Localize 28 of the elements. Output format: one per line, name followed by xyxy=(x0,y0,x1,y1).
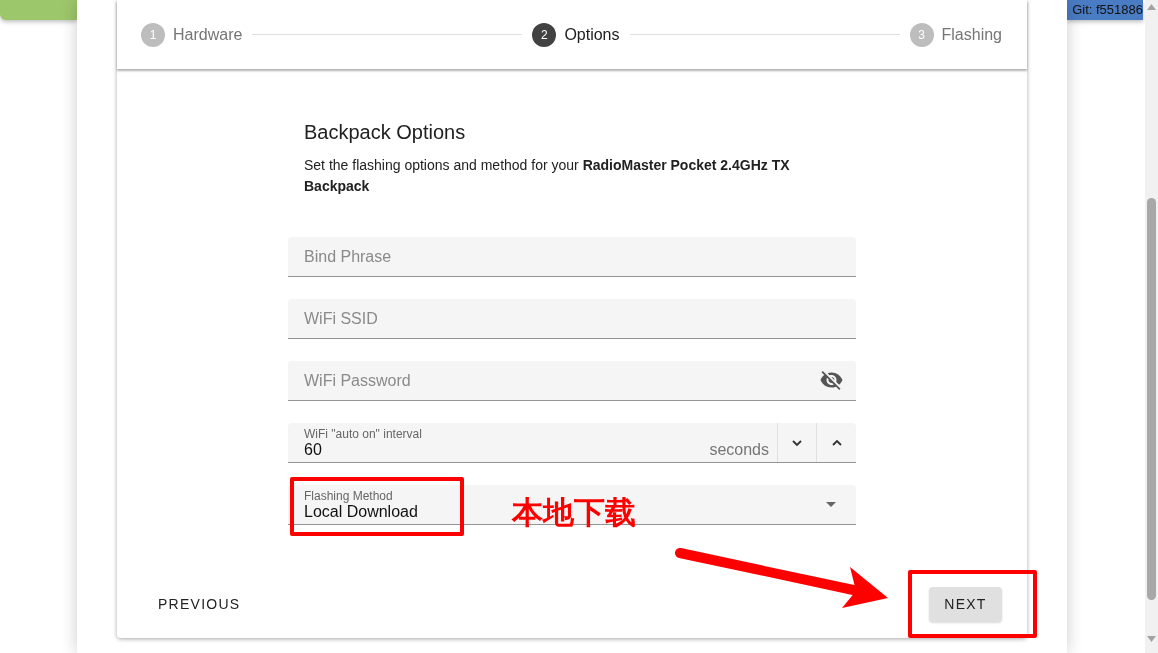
step-number: 2 xyxy=(532,22,557,47)
step-number: 3 xyxy=(909,22,934,47)
step-label: Options xyxy=(564,24,620,45)
section-description: Set the flashing options and method for your RadioMaster Pocket 2.4GHz TX Backpack xyxy=(303,156,791,196)
next-button[interactable]: NEXT xyxy=(929,587,1002,622)
password-field[interactable]: WiFi Password xyxy=(288,361,856,401)
step-label: Flashing xyxy=(941,24,1002,45)
dropdown-caret-icon[interactable] xyxy=(826,502,836,507)
step-number: 1 xyxy=(141,22,165,47)
select-value: Local Download xyxy=(304,502,418,521)
field-value: 60 xyxy=(304,440,322,459)
chevron-down-icon xyxy=(792,439,802,446)
previous-button[interactable]: PREVIOUS xyxy=(146,587,253,622)
scrollbar[interactable] xyxy=(1145,0,1158,653)
chevron-up-icon xyxy=(831,439,842,446)
field-label: WiFi "auto on" interval xyxy=(304,426,422,441)
eye-slash-icon[interactable] xyxy=(820,371,843,390)
scrollbar-thumb[interactable] xyxy=(1147,198,1156,600)
number-field[interactable]: WiFi "auto on" interval 60 seconds xyxy=(288,423,856,463)
text-field[interactable]: WiFi SSID xyxy=(288,299,856,339)
text-field[interactable]: Bind Phrase xyxy=(288,237,856,277)
git-version-badge: Git: f551886 xyxy=(1067,0,1143,20)
field-label: Flashing Method xyxy=(304,488,393,503)
step-label: Hardware xyxy=(173,24,243,45)
scroll-down-icon[interactable] xyxy=(1147,636,1156,642)
scroll-up-icon[interactable] xyxy=(1147,4,1156,10)
unit-label: seconds xyxy=(709,440,769,459)
section-title: Backpack Options xyxy=(303,120,467,145)
